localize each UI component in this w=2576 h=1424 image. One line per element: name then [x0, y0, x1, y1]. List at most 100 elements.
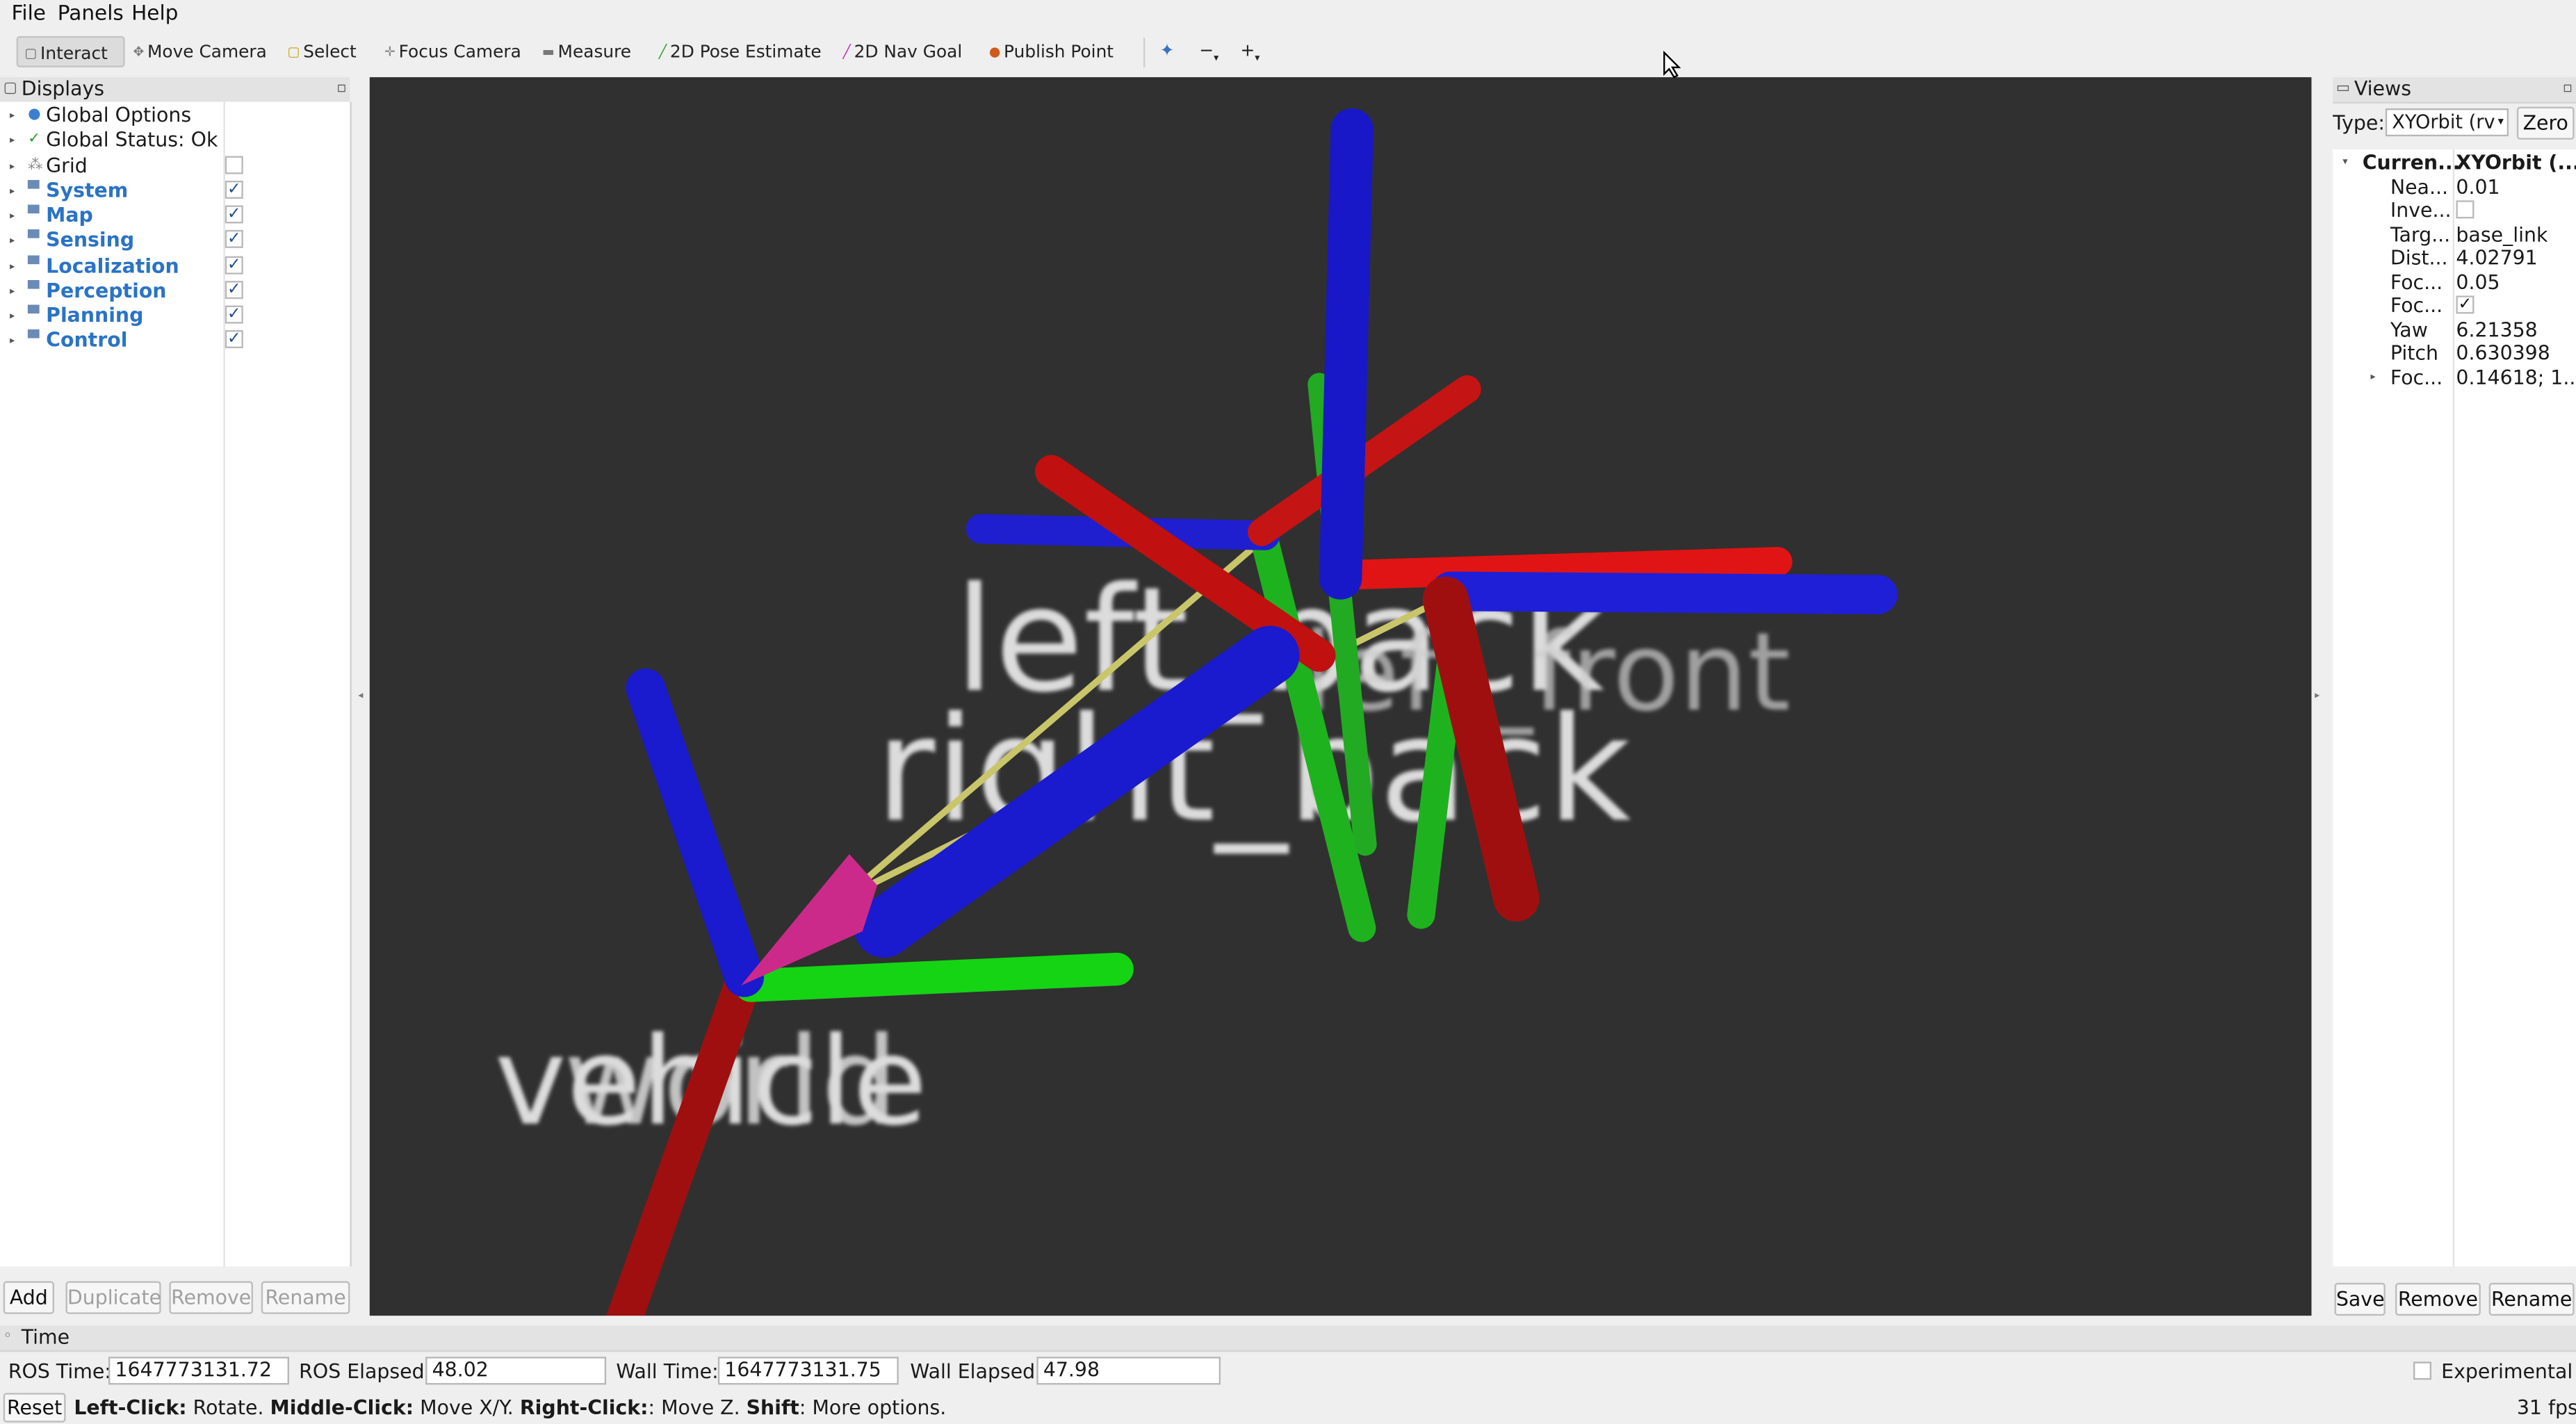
expand-arrow-icon[interactable]: ▸: [10, 304, 15, 328]
expand-arrow-icon[interactable]: ▸: [10, 204, 15, 228]
rename-view-button[interactable]: Rename: [2488, 1282, 2575, 1316]
display-enabled-checkbox[interactable]: ✓: [225, 205, 243, 224]
remove-view-button[interactable]: Remove: [2395, 1282, 2481, 1316]
save-view-button[interactable]: Save: [2334, 1282, 2386, 1316]
view-property-checkbox[interactable]: ✓: [2456, 296, 2475, 315]
view-property-value[interactable]: 0.01: [2456, 176, 2500, 199]
interact-icon: ▢: [24, 46, 38, 61]
ros-elapsed-field[interactable]: 48.02: [425, 1357, 607, 1385]
publish-point-label: Publish Point: [1004, 42, 1114, 63]
measure-tool-button[interactable]: ▬ Measure: [536, 36, 638, 67]
view-property-key: Targ...: [2390, 223, 2451, 247]
undock-icon[interactable]: ▫: [336, 77, 346, 101]
display-row-grid[interactable]: ▸ ⁂ Grid: [0, 154, 348, 178]
view-property-value[interactable]: base_link: [2456, 223, 2548, 246]
add-display-button[interactable]: Add: [3, 1281, 54, 1314]
view-property-row[interactable]: Targ... base_link: [2333, 223, 2576, 247]
remove-display-button[interactable]: Remove: [169, 1281, 253, 1314]
display-row-localization[interactable]: ▸ ▀ Localization ✓: [0, 254, 348, 278]
display-label: Planning: [46, 304, 144, 327]
folder-icon: ▀: [28, 181, 40, 199]
display-enabled-checkbox[interactable]: [225, 155, 243, 174]
render-viewport[interactable]: left_back left_front right_back vehicle …: [369, 77, 2312, 1316]
add-tool-button[interactable]: ✦: [1153, 36, 1181, 67]
fps-readout: 31 fps: [2516, 1396, 2576, 1420]
menu-help[interactable]: Help: [131, 0, 178, 28]
zero-view-button[interactable]: Zero: [2516, 106, 2575, 140]
undock-icon[interactable]: ▫: [2563, 77, 2573, 101]
expand-arrow-icon[interactable]: ▸: [10, 254, 15, 278]
display-row-control[interactable]: ▸ ▀ Control ✓: [0, 329, 348, 353]
menu-file[interactable]: File: [12, 0, 46, 28]
display-enabled-checkbox[interactable]: ✓: [225, 255, 243, 274]
rename-display-button[interactable]: Rename: [261, 1281, 350, 1314]
expand-arrow-icon[interactable]: ▸: [10, 279, 15, 303]
display-enabled-checkbox[interactable]: ✓: [225, 330, 243, 349]
display-row-sensing[interactable]: ▸ ▀ Sensing ✓: [0, 229, 348, 253]
view-property-row[interactable]: ▸ Foc... 0.14618; 1...: [2333, 366, 2576, 389]
expand-arrow-icon[interactable]: ▸: [10, 179, 15, 203]
view-property-row[interactable]: Dist... 4.02791: [2333, 247, 2576, 270]
left-splitter-handle[interactable]: ◂: [358, 690, 363, 702]
focus-camera-tool-button[interactable]: ✛ Focus Camera: [378, 36, 528, 67]
measure-icon: ▬: [541, 44, 555, 60]
view-property-value[interactable]: 0.05: [2456, 270, 2500, 293]
expand-arrow-icon[interactable]: ▸: [10, 229, 15, 253]
view-property-key: Foc...: [2390, 366, 2443, 389]
current-view-row[interactable]: ▾ Curren... XYOrbit (...: [2333, 151, 2576, 174]
expand-arrow-icon[interactable]: ▸: [10, 154, 15, 178]
nav-goal-tool-button[interactable]: ╱ 2D Nav Goal: [836, 36, 969, 67]
expand-arrow-icon[interactable]: ▸: [10, 329, 15, 353]
view-property-value[interactable]: 0.14618; 1...: [2456, 366, 2576, 388]
view-property-row[interactable]: Foc... 0.05: [2333, 270, 2576, 294]
tool-properties-button[interactable]: +▾: [1234, 36, 1266, 67]
display-row-system[interactable]: ▸ ▀ System ✓: [0, 179, 348, 203]
select-tool-button[interactable]: ▢ Select: [281, 36, 363, 67]
wall-elapsed-field[interactable]: 47.98: [1036, 1357, 1221, 1385]
view-type-value: XYOrbit (rv: [2392, 110, 2495, 133]
view-property-row[interactable]: Pitch 0.630398: [2333, 342, 2576, 366]
focus-camera-label: Focus Camera: [398, 42, 521, 63]
view-property-row[interactable]: Nea... 0.01: [2333, 176, 2576, 199]
display-row-perception[interactable]: ▸ ▀ Perception ✓: [0, 279, 348, 303]
expand-arrow-icon[interactable]: ▸: [10, 129, 15, 153]
view-property-row[interactable]: Inve...: [2333, 199, 2576, 223]
reset-button[interactable]: Reset: [3, 1393, 66, 1423]
experimental-checkbox[interactable]: [2413, 1361, 2431, 1380]
view-property-checkbox[interactable]: [2456, 201, 2475, 220]
publish-point-tool-button[interactable]: ● Publish Point: [982, 36, 1120, 67]
display-enabled-checkbox[interactable]: ✓: [225, 230, 243, 249]
display-row-map[interactable]: ▸ ▀ Map ✓: [0, 204, 348, 228]
display-row-global-status-ok[interactable]: ▸ ✓ Global Status: Ok: [0, 129, 348, 153]
interact-tool-button[interactable]: ▢ Interact: [16, 35, 125, 67]
display-enabled-checkbox[interactable]: ✓: [225, 305, 243, 324]
display-row-global-options[interactable]: ▸ ● Global Options: [0, 104, 348, 128]
move-camera-tool-button[interactable]: ✥ Move Camera: [127, 36, 273, 67]
display-enabled-checkbox[interactable]: ✓: [225, 180, 243, 199]
menu-panels[interactable]: Panels: [58, 0, 124, 28]
view-property-row[interactable]: Foc... ✓: [2333, 295, 2576, 318]
pose-estimate-tool-button[interactable]: ╱ 2D Pose Estimate: [652, 36, 828, 67]
remove-tool-button[interactable]: −▾: [1193, 36, 1225, 67]
ros-time-field[interactable]: 1647773131.72: [108, 1357, 289, 1385]
displays-tree: ▸ ● Global Options ▸ ✓ Global Status: Ok ▸ ⁂ Gri…: [0, 101, 352, 1267]
minus-icon: −: [1199, 41, 1214, 61]
view-property-value[interactable]: 4.02791: [2456, 247, 2537, 270]
view-property-value[interactable]: 0.630398: [2456, 342, 2550, 365]
duplicate-display-button[interactable]: Duplicate: [65, 1281, 161, 1314]
view-type-select[interactable]: XYOrbit (rv ▾: [2385, 108, 2509, 137]
display-row-planning[interactable]: ▸ ▀ Planning ✓: [0, 304, 348, 328]
display-enabled-checkbox[interactable]: ✓: [225, 280, 243, 299]
interact-label: Interact: [40, 44, 108, 65]
view-property-row[interactable]: Yaw 6.21358: [2333, 318, 2576, 342]
dot-icon: ●: [28, 106, 41, 124]
view-property-value[interactable]: 6.21358: [2456, 318, 2537, 341]
wall-time-field[interactable]: 1647773131.75: [717, 1357, 899, 1385]
nav-goal-icon: ╱: [842, 44, 851, 60]
expand-arrow-icon[interactable]: ▸: [2371, 366, 2376, 388]
expand-arrow-icon[interactable]: ▸: [10, 104, 15, 128]
time-title: Time: [21, 1325, 70, 1349]
frame-axis-y: [734, 952, 1134, 1002]
view-property-key: Yaw: [2390, 318, 2428, 341]
right-splitter-handle[interactable]: ▸: [2315, 690, 2320, 702]
